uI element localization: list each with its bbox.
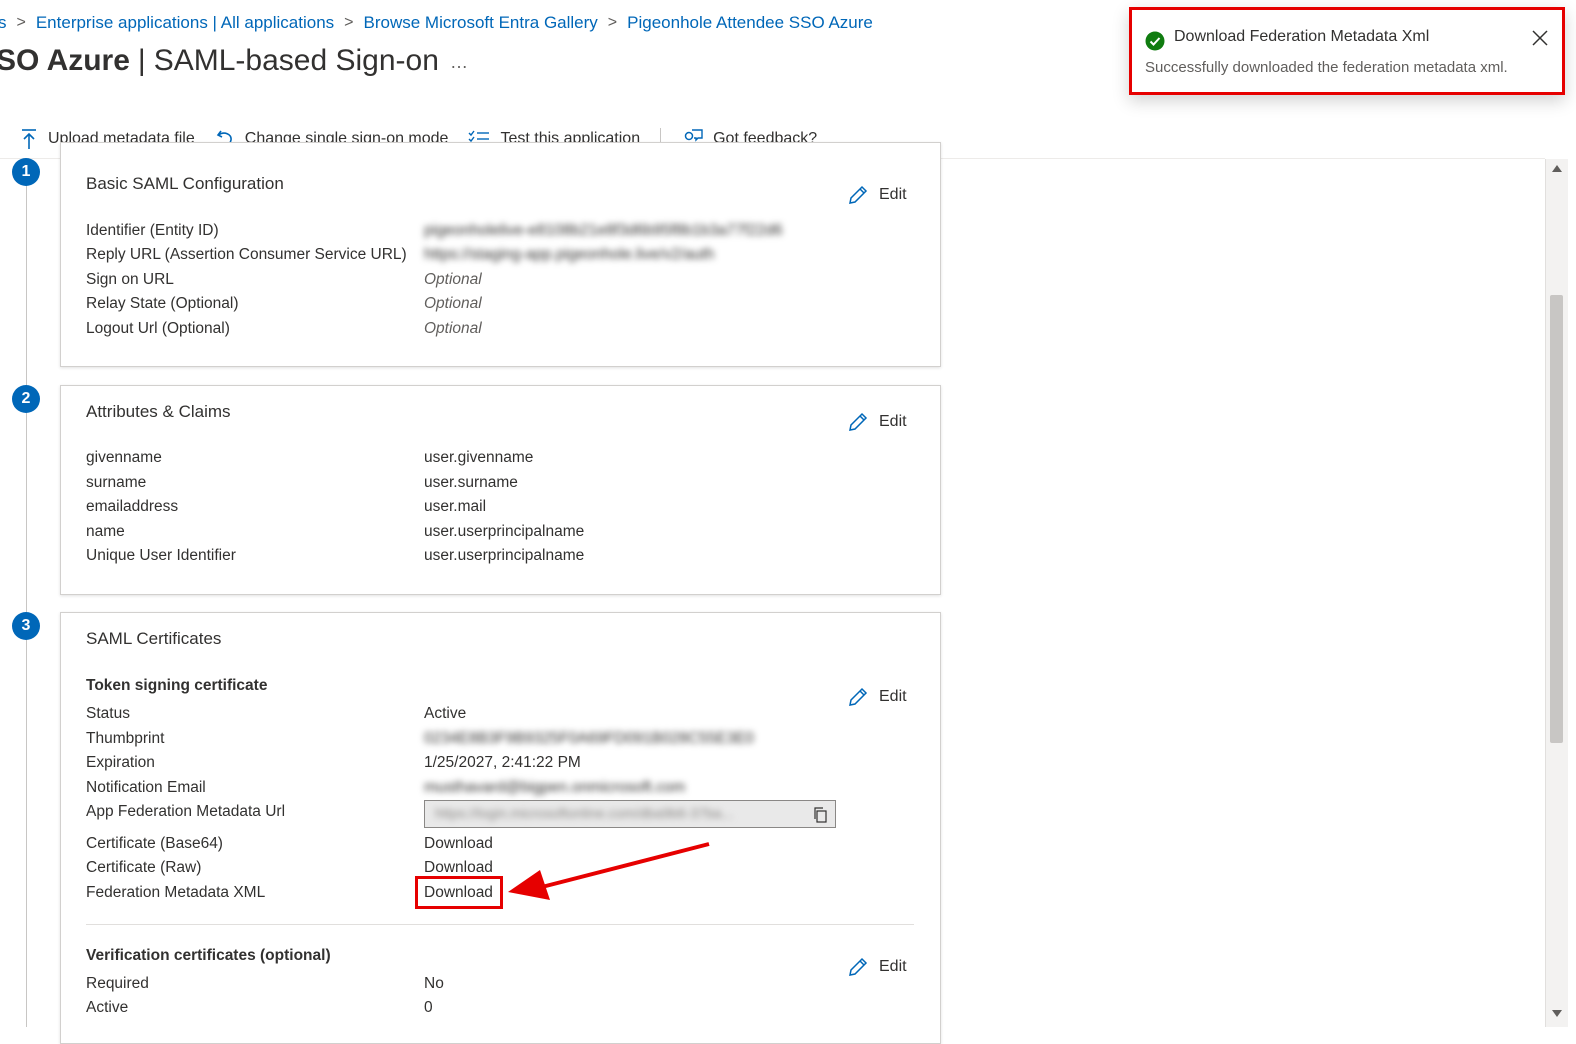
edit-label: Edit (879, 688, 907, 705)
breadcrumb-item-app[interactable]: Pigeonhole Attendee SSO Azure (627, 13, 873, 33)
token-signing-heading: Token signing certificate (86, 677, 268, 694)
required-label: Required (86, 975, 149, 992)
expiration-value: 1/25/2027, 2:41:22 PM (424, 754, 581, 771)
page-title-app: SO Azure (0, 44, 130, 77)
breadcrumb-item-gallery[interactable]: Browse Microsoft Entra Gallery (364, 13, 598, 33)
cert-raw-label: Certificate (Raw) (86, 859, 202, 876)
page-title-blade: SAML-based Sign-on (153, 44, 439, 77)
claim-value: user.surname (424, 474, 518, 491)
basic-saml-title: Basic SAML Configuration (86, 174, 284, 193)
breadcrumb-item-previous[interactable]: s (0, 13, 7, 33)
metadata-url-label: App Federation Metadata Url (86, 803, 286, 820)
saml-certificates-title: SAML Certificates (86, 629, 222, 648)
reply-url-label: Reply URL (Assertion Consumer Service UR… (86, 246, 407, 263)
cert-base64-label: Certificate (Base64) (86, 835, 223, 852)
upload-icon (22, 129, 36, 149)
reply-url-value: https://staging-app.pigeonhole.live/v2/a… (424, 246, 715, 263)
step-timeline (26, 180, 27, 1027)
scroll-thumb[interactable] (1550, 295, 1563, 743)
saml-certificates-card: SAML Certificates Token signing certific… (60, 612, 941, 1044)
step-badge-3: 3 (12, 612, 40, 640)
status-label: Status (86, 705, 130, 722)
verification-edit-button[interactable]: Edit (847, 956, 907, 978)
logout-url-value: Optional (424, 320, 482, 337)
claim-name: name (86, 523, 125, 540)
claim-name: givenname (86, 449, 162, 466)
chevron-right-icon: > (16, 14, 26, 31)
section-divider (86, 924, 914, 925)
claim-value: user.userprincipalname (424, 547, 585, 564)
breadcrumb-item-enterprise-apps[interactable]: Enterprise applications | All applicatio… (36, 13, 334, 33)
relay-state-value: Optional (424, 295, 482, 312)
download-highlight-box (415, 876, 503, 909)
edit-label: Edit (879, 413, 907, 430)
pencil-icon (849, 412, 868, 431)
chevron-right-icon: > (344, 14, 354, 31)
claim-name: emailaddress (86, 498, 179, 515)
claim-name: surname (86, 474, 147, 491)
metadata-url-field[interactable]: https://login.microsoftonline.com/dba9b6… (424, 800, 836, 828)
thumbprint-label: Thumbprint (86, 730, 165, 747)
cert-raw-download-link[interactable]: Download (424, 859, 493, 877)
toast-title: Download Federation Metadata Xml (1174, 28, 1430, 45)
chevron-right-icon: > (607, 14, 618, 31)
toast-message: Successfully downloaded the federation m… (1145, 59, 1508, 76)
token-signing-edit-button[interactable]: Edit (847, 686, 907, 708)
basic-saml-edit-button[interactable]: Edit (847, 184, 907, 206)
notification-email-label: Notification Email (86, 779, 206, 796)
active-value: 0 (424, 999, 433, 1016)
pencil-icon (849, 687, 868, 706)
scroll-up-arrow-icon[interactable] (1552, 165, 1562, 172)
pencil-icon (849, 185, 868, 204)
title-separator: | (137, 44, 146, 77)
expiration-label: Expiration (86, 754, 155, 771)
metadata-url-value: https://login.microsoftonline.com/dba9b6… (435, 805, 734, 821)
relay-state-label: Relay State (Optional) (86, 295, 239, 312)
attributes-edit-button[interactable]: Edit (847, 411, 907, 433)
federation-xml-label: Federation Metadata XML (86, 884, 266, 901)
claim-value: user.mail (424, 498, 487, 515)
identifier-label: Identifier (Entity ID) (86, 222, 219, 239)
vertical-scrollbar[interactable] (1545, 159, 1568, 1027)
page-title: SO Azure | SAML-based Sign-on (0, 44, 439, 78)
attributes-claims-card: Attributes & Claims Edit givenname user.… (60, 385, 941, 595)
sign-on-url-value: Optional (424, 271, 482, 288)
cert-base64-download-link[interactable]: Download (424, 835, 493, 853)
attributes-claims-title: Attributes & Claims (86, 402, 231, 421)
scroll-down-arrow-icon[interactable] (1552, 1010, 1562, 1017)
step-badge-1: 1 (12, 158, 40, 186)
edit-label: Edit (879, 186, 907, 203)
status-value: Active (424, 705, 467, 722)
notification-email-value: musthavard@bigpen.onmicrosoft.com (424, 779, 686, 796)
basic-saml-card: Basic SAML Configuration Edit Identifier… (60, 142, 941, 367)
more-options-button[interactable]: … (450, 52, 470, 73)
required-value: No (424, 975, 444, 992)
claim-value: user.givenname (424, 449, 534, 466)
claim-name: Unique User Identifier (86, 547, 236, 564)
edit-label: Edit (879, 958, 907, 975)
breadcrumb: s > Enterprise applications | All applic… (0, 11, 873, 35)
logout-url-label: Logout Url (Optional) (86, 320, 230, 337)
verification-certs-heading: Verification certificates (optional) (86, 947, 331, 964)
close-icon[interactable] (1531, 29, 1549, 47)
success-check-icon (1145, 31, 1165, 51)
identifier-value: pigeonholelive-e8108b21e8f3d6b95f8b1b3a7… (424, 222, 783, 239)
copy-icon[interactable] (813, 807, 827, 823)
step-badge-2: 2 (12, 385, 40, 413)
pencil-icon (849, 957, 868, 976)
notification-toast: Download Federation Metadata Xml Success… (1129, 7, 1565, 95)
thumbprint-value: 0234E8B3F9B9325F0A69FD091B028C55E3E0 (424, 730, 755, 747)
active-label: Active (86, 999, 129, 1016)
sign-on-url-label: Sign on URL (86, 271, 174, 288)
annotation-arrow-icon (508, 842, 710, 900)
claim-value: user.userprincipalname (424, 523, 585, 540)
